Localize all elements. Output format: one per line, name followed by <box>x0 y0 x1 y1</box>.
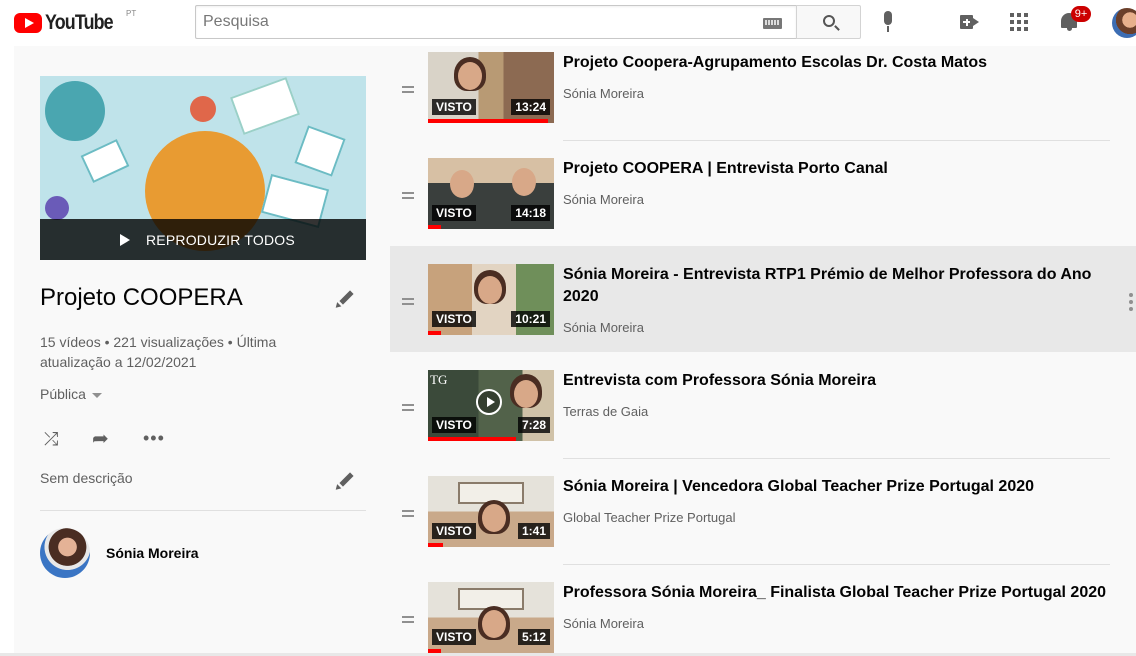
play-icon <box>120 234 130 246</box>
pencil-icon[interactable] <box>333 470 355 492</box>
keyboard-icon[interactable] <box>763 18 782 29</box>
owner-name[interactable]: Sónia Moreira <box>106 545 199 561</box>
watch-progress-bar <box>428 119 548 123</box>
account-avatar[interactable] <box>1112 8 1136 38</box>
list-item[interactable]: VISTO 10:21 Sónia Moreira - Entrevista R… <box>390 246 1136 352</box>
watch-progress-bar <box>428 543 444 547</box>
drag-handle-icon[interactable] <box>402 298 414 306</box>
pencil-icon[interactable] <box>333 288 355 310</box>
list-item[interactable]: VISTO 13:24 Projeto Coopera-Agrupamento … <box>390 46 1136 152</box>
apps-icon[interactable] <box>1010 13 1028 31</box>
drag-handle-icon[interactable] <box>402 616 414 624</box>
video-channel[interactable]: Global Teacher Prize Portugal <box>563 510 735 525</box>
video-duration: 5:12 <box>517 629 550 645</box>
video-duration: 10:21 <box>511 311 550 327</box>
video-duration: 7:28 <box>517 417 550 433</box>
play-all-label: REPRODUZIR TODOS <box>146 232 295 248</box>
playlist-title: Projeto COOPERA <box>40 284 243 311</box>
video-thumbnail[interactable]: VISTO 13:24 <box>428 52 554 123</box>
playlist-thumbnail[interactable]: REPRODUZIR TODOS <box>40 76 366 260</box>
list-item[interactable]: VISTO 14:18 Projeto COOPERA | Entrevista… <box>390 140 1136 246</box>
video-thumbnail[interactable]: VISTO 1:41 <box>428 476 554 547</box>
search-icon <box>823 15 835 27</box>
list-item[interactable]: TG VISTO 7:28 Entrevista com Professora … <box>390 352 1136 458</box>
video-title[interactable]: Entrevista com Professora Sónia Moreira <box>563 370 1108 392</box>
privacy-value: Pública <box>40 386 86 402</box>
watched-label: VISTO <box>432 311 476 327</box>
video-thumbnail[interactable]: VISTO 5:12 <box>428 582 554 653</box>
logo-country-code: PT <box>126 9 137 18</box>
more-horizontal-icon[interactable]: ••• <box>143 428 165 449</box>
privacy-dropdown[interactable]: Pública <box>40 386 102 402</box>
create-video-icon[interactable] <box>960 15 979 29</box>
logo-text: YouTube <box>45 11 114 34</box>
watch-progress-bar <box>428 437 517 441</box>
watched-label: VISTO <box>432 629 476 645</box>
watch-progress-bar <box>428 331 441 335</box>
play-icon <box>476 389 502 415</box>
notification-badge: 9+ <box>1071 6 1091 22</box>
microphone-icon[interactable] <box>883 11 893 33</box>
drag-handle-icon[interactable] <box>402 404 414 412</box>
search-box <box>195 5 796 39</box>
drag-handle-icon[interactable] <box>402 510 414 518</box>
video-thumbnail[interactable]: TG VISTO 7:28 <box>428 370 554 441</box>
watch-progress-bar <box>428 225 441 229</box>
drag-handle-icon[interactable] <box>402 86 414 94</box>
youtube-logo[interactable]: YouTube PT <box>14 9 136 35</box>
video-title[interactable]: Projeto Coopera-Agrupamento Escolas Dr. … <box>563 52 1108 74</box>
search-input[interactable] <box>196 6 736 38</box>
watched-label: VISTO <box>432 523 476 539</box>
video-title[interactable]: Sónia Moreira - Entrevista RTP1 Prémio d… <box>563 264 1108 308</box>
shuffle-icon[interactable]: ⤮ <box>44 430 64 448</box>
video-title[interactable]: Professora Sónia Moreira_ Finalista Glob… <box>563 582 1108 604</box>
playlist-description: Sem descrição <box>40 470 133 486</box>
top-bar: YouTube PT 9+ <box>0 0 1136 46</box>
list-item[interactable]: VISTO 1:41 Sónia Moreira | Vencedora Glo… <box>390 458 1136 564</box>
video-title[interactable]: Sónia Moreira | Vencedora Global Teacher… <box>563 476 1108 498</box>
play-all-button[interactable]: REPRODUZIR TODOS <box>40 219 366 260</box>
video-channel[interactable]: Sónia Moreira <box>563 86 644 101</box>
kebab-menu-icon[interactable] <box>1129 293 1133 311</box>
caret-down-icon <box>91 392 102 398</box>
video-thumbnail[interactable]: VISTO 14:18 <box>428 158 554 229</box>
youtube-logo-icon <box>14 13 42 33</box>
playlist-stats: 15 vídeos • 221 visualizações • Última a… <box>40 334 277 370</box>
watched-label: VISTO <box>432 205 476 221</box>
search-button[interactable] <box>796 5 861 39</box>
video-channel[interactable]: Terras de Gaia <box>563 404 648 419</box>
share-icon[interactable]: ➦ <box>92 429 114 449</box>
video-duration: 13:24 <box>511 99 550 115</box>
drag-handle-icon[interactable] <box>402 192 414 200</box>
owner-avatar[interactable] <box>40 528 90 578</box>
video-channel[interactable]: Sónia Moreira <box>563 616 644 631</box>
watched-label: VISTO <box>432 99 476 115</box>
video-duration: 1:41 <box>517 523 550 539</box>
video-duration: 14:18 <box>511 205 550 221</box>
video-thumbnail[interactable]: VISTO 10:21 <box>428 264 554 335</box>
video-channel[interactable]: Sónia Moreira <box>563 320 644 335</box>
list-item[interactable]: VISTO 5:12 Professora Sónia Moreira_ Fin… <box>390 564 1136 656</box>
video-channel[interactable]: Sónia Moreira <box>563 192 644 207</box>
divider <box>40 510 366 511</box>
watched-label: VISTO <box>432 417 476 433</box>
video-title[interactable]: Projeto COOPERA | Entrevista Porto Canal <box>563 158 1108 180</box>
